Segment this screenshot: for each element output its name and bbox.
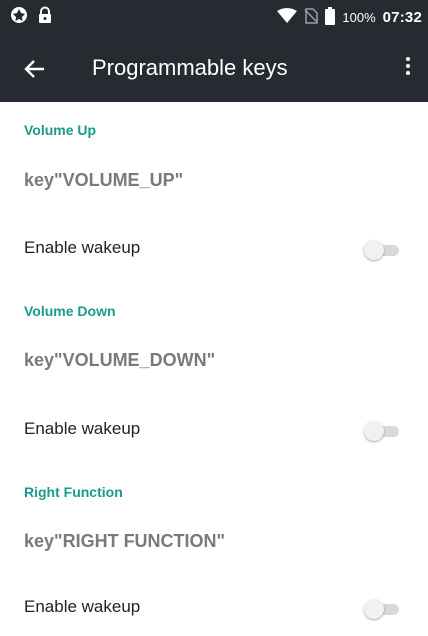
section-header-right-function: Right Function [24, 484, 123, 500]
status-bar: 100% 07:32 [0, 0, 428, 34]
page-title: Programmable keys [92, 55, 288, 80]
enable-wakeup-toggle-volume-up[interactable] [364, 240, 402, 260]
enable-wakeup-label: Enable wakeup [24, 419, 141, 438]
toggle-thumb [364, 421, 384, 441]
no-sim-icon [304, 7, 319, 27]
enable-wakeup-row-volume-up[interactable]: Enable wakeup [0, 221, 428, 277]
overflow-menu-button[interactable] [400, 54, 416, 82]
section-header-volume-down: Volume Down [24, 303, 116, 319]
key-name-volume-down[interactable]: key"VOLUME_DOWN" [24, 350, 215, 371]
battery-icon [325, 6, 336, 28]
enable-wakeup-toggle-right-function[interactable] [364, 599, 402, 619]
enable-wakeup-label: Enable wakeup [24, 597, 141, 616]
toggle-thumb [364, 240, 384, 260]
app-bar: Programmable keys [0, 34, 428, 102]
battery-percent: 100% [342, 9, 376, 25]
enable-wakeup-row-volume-down[interactable]: Enable wakeup [0, 402, 428, 458]
lock-icon [38, 6, 52, 29]
back-button[interactable] [22, 56, 48, 82]
enable-wakeup-label: Enable wakeup [24, 238, 141, 257]
more-vert-icon [400, 57, 416, 75]
back-arrow-icon [22, 60, 48, 86]
enable-wakeup-toggle-volume-down[interactable] [364, 421, 402, 441]
section-header-volume-up: Volume Up [24, 122, 97, 138]
enable-wakeup-row-right-function[interactable]: Enable wakeup [0, 580, 428, 636]
wifi-icon [277, 7, 298, 27]
clock: 07:32 [382, 8, 422, 26]
toggle-thumb [364, 599, 384, 619]
key-name-right-function[interactable]: key"RIGHT FUNCTION" [24, 531, 225, 552]
aperture-icon [10, 6, 28, 29]
key-name-volume-up[interactable]: key"VOLUME_UP" [24, 170, 183, 191]
